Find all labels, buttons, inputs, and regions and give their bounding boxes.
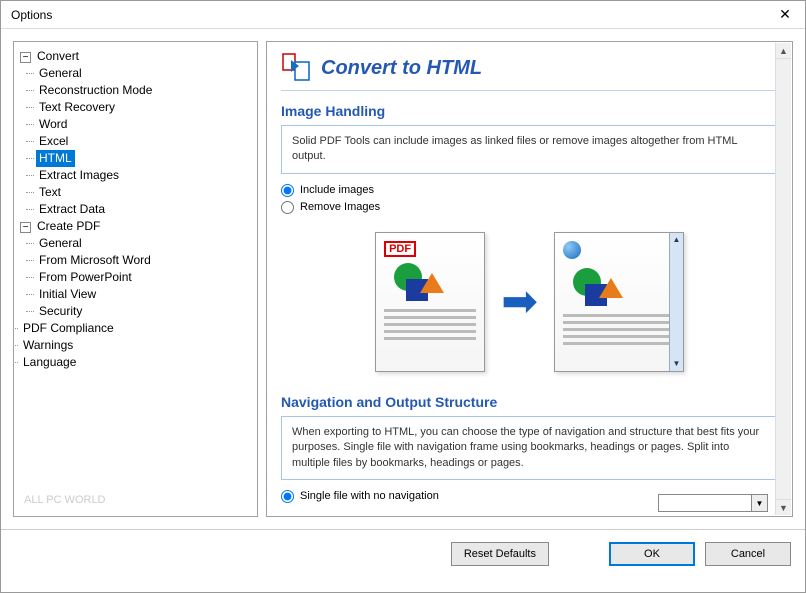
- pdf-badge: PDF: [384, 241, 416, 257]
- tree-item-excel[interactable]: Excel: [36, 133, 71, 150]
- tree-item-from-ppt[interactable]: From PowerPoint: [36, 269, 135, 286]
- tree-item-compliance[interactable]: PDF Compliance: [20, 320, 117, 337]
- collapse-icon[interactable]: −: [20, 222, 31, 233]
- nav-dropdown[interactable]: ▼: [658, 494, 768, 512]
- tree-node-create-pdf[interactable]: −Create PDF General From Microsoft Word …: [20, 218, 253, 320]
- tree-item-cp-general[interactable]: General: [36, 235, 85, 252]
- tree-panel: −Convert General Reconstruction Mode Tex…: [13, 41, 258, 517]
- ok-button[interactable]: OK: [609, 542, 695, 566]
- close-icon: ✕: [779, 6, 791, 23]
- tree-item-text[interactable]: Text: [36, 184, 64, 201]
- page-header: Convert to HTML: [281, 52, 778, 91]
- scroll-down-icon[interactable]: ▼: [776, 499, 791, 515]
- nav-tree: −Convert General Reconstruction Mode Tex…: [18, 48, 253, 371]
- tree-item-html[interactable]: HTML: [36, 150, 75, 167]
- dialog-footer: Reset Defaults OK Cancel: [1, 529, 805, 577]
- collapse-icon[interactable]: −: [20, 52, 31, 63]
- section-title-image-handling: Image Handling: [281, 103, 778, 119]
- tree-item-reconstruction[interactable]: Reconstruction Mode: [36, 82, 155, 99]
- window-title: Options: [11, 8, 52, 22]
- close-button[interactable]: ✕: [765, 1, 805, 29]
- info-box-nav: When exporting to HTML, you can choose t…: [281, 416, 778, 480]
- watermark: ALL PC WORLD: [24, 494, 106, 506]
- scroll-up-icon[interactable]: ▲: [776, 43, 791, 59]
- pdf-doc-icon: PDF: [375, 232, 485, 372]
- arrow-right-icon: ➡: [501, 276, 538, 327]
- tree-item-warnings[interactable]: Warnings: [20, 337, 76, 354]
- section-title-nav: Navigation and Output Structure: [281, 394, 778, 410]
- tree-item-word[interactable]: Word: [36, 116, 70, 133]
- preview-scrollbar: ▲ ▼: [669, 233, 683, 371]
- page-title: Convert to HTML: [321, 57, 482, 80]
- tree-item-text-recovery[interactable]: Text Recovery: [36, 99, 118, 116]
- dialog-body: −Convert General Reconstruction Mode Tex…: [1, 29, 805, 529]
- tree-item-language[interactable]: Language: [20, 354, 79, 371]
- tree-item-general[interactable]: General: [36, 65, 85, 82]
- tree-item-initial-view[interactable]: Initial View: [36, 286, 99, 303]
- convert-html-icon: [281, 52, 313, 84]
- conversion-illustration: PDF ➡ ▲ ▼: [281, 232, 778, 372]
- radio-input-single[interactable]: [281, 490, 294, 503]
- tree-item-extract-data[interactable]: Extract Data: [36, 201, 108, 218]
- chevron-down-icon: ▼: [751, 495, 767, 511]
- tree-item-from-word[interactable]: From Microsoft Word: [36, 252, 154, 269]
- tree-item-extract-images[interactable]: Extract Images: [36, 167, 122, 184]
- cancel-button[interactable]: Cancel: [705, 542, 791, 566]
- globe-icon: [563, 241, 581, 259]
- reset-defaults-button[interactable]: Reset Defaults: [451, 542, 549, 566]
- tree-node-convert[interactable]: −Convert General Reconstruction Mode Tex…: [20, 48, 253, 218]
- radio-include-images[interactable]: Include images: [281, 184, 778, 197]
- content-panel: Convert to HTML Image Handling Solid PDF…: [266, 41, 793, 517]
- tree-item-security[interactable]: Security: [36, 303, 85, 320]
- html-doc-icon: ▲ ▼: [554, 232, 684, 372]
- radio-input-include[interactable]: [281, 184, 294, 197]
- radio-input-remove[interactable]: [281, 201, 294, 214]
- info-box-image-handling: Solid PDF Tools can include images as li…: [281, 125, 778, 174]
- radio-remove-images[interactable]: Remove Images: [281, 201, 778, 214]
- content-scrollbar[interactable]: ▲ ▼: [775, 43, 791, 515]
- titlebar: Options ✕: [1, 1, 805, 29]
